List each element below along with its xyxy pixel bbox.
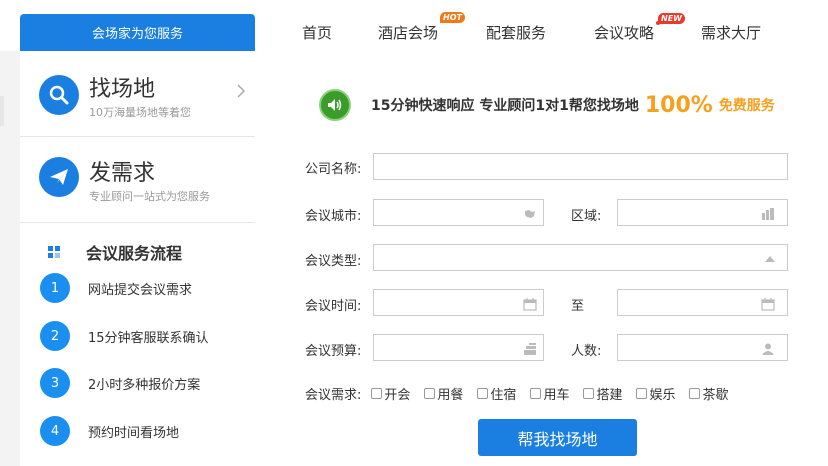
brand-tab[interactable]: 会场家为您服务 xyxy=(20,14,255,51)
flow-step: 4 预约时间看场地 xyxy=(40,416,179,446)
meeting-time-label: 会议时间: xyxy=(305,299,362,314)
people-label: 人数: xyxy=(571,344,602,359)
map-icon xyxy=(523,206,537,220)
paper-plane-icon xyxy=(39,157,79,197)
needs-checkbox-entertainment[interactable]: 娱乐 xyxy=(636,384,675,403)
company-input[interactable] xyxy=(373,153,788,180)
step-label: 网站提交会议需求 xyxy=(88,282,193,298)
meeting-needs-group: 会议需求: 开会 用餐 住宿 用车 搭建 娱乐 茶歇 xyxy=(305,384,743,403)
service-flow-header: 会议服务流程 xyxy=(48,240,182,264)
step-number: 4 xyxy=(40,416,70,446)
post-demand-subtitle: 专业顾问一站式为您服务 xyxy=(89,190,210,203)
sidebar: 找场地 10万海量场地等着您 发需求 专业顾问一站式为您服务 会议服务流程 1 … xyxy=(20,51,255,466)
needs-checkbox-dining[interactable]: 用餐 xyxy=(424,384,463,403)
to-label: 至 xyxy=(571,299,585,314)
post-demand-card[interactable]: 发需求 专业顾问一站式为您服务 xyxy=(20,137,255,223)
promo-text: 15分钟快速响应 专业顾问1对1帮您找场地 xyxy=(371,98,639,114)
service-flow-title: 会议服务流程 xyxy=(86,244,183,263)
flow-step: 3 2小时多种报价方案 xyxy=(40,368,200,398)
find-venue-title: 找场地 xyxy=(89,77,156,102)
nav-item-meeting-guide[interactable]: 会议攻略 xyxy=(594,22,654,43)
needs-label: 会议需求: xyxy=(305,388,362,403)
top-nav-bar: 会场家为您服务 首页 酒店会场 HOT 配套服务 会议攻略 NEW 需求大厅 xyxy=(0,0,828,51)
grid-icon xyxy=(48,246,60,258)
find-venue-subtitle: 10万海量场地等着您 xyxy=(89,106,191,119)
city-label: 会议城市: xyxy=(305,209,362,224)
nav-item-hotel-venues[interactable]: 酒店会场 xyxy=(378,22,438,43)
needs-checkbox-lodging[interactable]: 住宿 xyxy=(477,384,516,403)
promo-banner: 15分钟快速响应 专业顾问1对1帮您找场地 100% 免费服务 xyxy=(319,89,775,121)
promo-percent: 100% xyxy=(644,92,713,118)
calendar-icon xyxy=(761,296,775,311)
checkbox[interactable] xyxy=(477,388,489,399)
speaker-icon xyxy=(319,89,351,121)
checkbox[interactable] xyxy=(530,388,542,399)
checkbox-label: 用车 xyxy=(543,388,570,403)
checkbox[interactable] xyxy=(371,388,383,399)
step-number: 3 xyxy=(40,368,70,398)
company-label: 公司名称: xyxy=(305,162,362,177)
post-demand-title: 发需求 xyxy=(89,161,156,186)
person-icon xyxy=(761,341,775,355)
needs-checkbox-car[interactable]: 用车 xyxy=(530,384,569,403)
needs-checkbox-meeting[interactable]: 开会 xyxy=(371,384,410,403)
checkbox[interactable] xyxy=(689,388,701,399)
checkbox[interactable] xyxy=(583,388,595,399)
nav-item-demand-hall[interactable]: 需求大厅 xyxy=(701,22,761,43)
hot-badge: HOT xyxy=(440,12,465,23)
find-venue-submit-button[interactable]: 帮我找场地 xyxy=(478,419,637,456)
flow-step: 1 网站提交会议需求 xyxy=(40,273,192,303)
area-label: 区域: xyxy=(571,209,602,224)
city-input[interactable] xyxy=(373,199,544,226)
money-stack-icon xyxy=(523,341,537,355)
step-label: 预约时间看场地 xyxy=(88,425,180,441)
chevron-right-icon xyxy=(237,84,246,102)
checkbox-label: 娱乐 xyxy=(649,388,676,403)
page-edge-divider xyxy=(0,96,4,126)
needs-checkbox-setup[interactable]: 搭建 xyxy=(583,384,622,403)
needs-checkbox-tea-break[interactable]: 茶歇 xyxy=(689,384,729,403)
find-venue-card[interactable]: 找场地 10万海量场地等着您 xyxy=(20,51,255,137)
meeting-type-select[interactable] xyxy=(373,244,788,271)
checkbox-label: 茶歇 xyxy=(702,388,729,403)
step-label: 2小时多种报价方案 xyxy=(88,377,201,393)
caret-up-icon xyxy=(763,251,777,265)
buildings-icon xyxy=(761,206,775,220)
checkbox[interactable] xyxy=(636,388,648,399)
flow-step: 2 15分钟客服联系确认 xyxy=(40,321,209,351)
new-badge: NEW xyxy=(658,13,685,24)
checkbox[interactable] xyxy=(424,388,436,399)
checkbox-label: 住宿 xyxy=(490,388,517,403)
meeting-type-label: 会议类型: xyxy=(305,254,362,269)
nav-item-support-services[interactable]: 配套服务 xyxy=(486,22,546,43)
budget-input[interactable] xyxy=(373,334,544,361)
checkbox-label: 开会 xyxy=(384,388,411,403)
step-number: 2 xyxy=(40,321,70,351)
step-label: 15分钟客服联系确认 xyxy=(88,330,209,346)
checkbox-label: 搭建 xyxy=(596,388,623,403)
checkbox-label: 用餐 xyxy=(437,388,464,403)
budget-label: 会议预算: xyxy=(305,344,362,359)
venue-request-form: 15分钟快速响应 专业顾问1对1帮您找场地 100% 免费服务 公司名称: 会议… xyxy=(255,51,828,466)
start-date-input[interactable] xyxy=(373,289,544,316)
search-icon xyxy=(39,75,79,115)
promo-free: 免费服务 xyxy=(718,98,775,114)
calendar-icon xyxy=(523,296,537,311)
nav-item-home[interactable]: 首页 xyxy=(302,22,332,43)
step-number: 1 xyxy=(40,273,70,303)
